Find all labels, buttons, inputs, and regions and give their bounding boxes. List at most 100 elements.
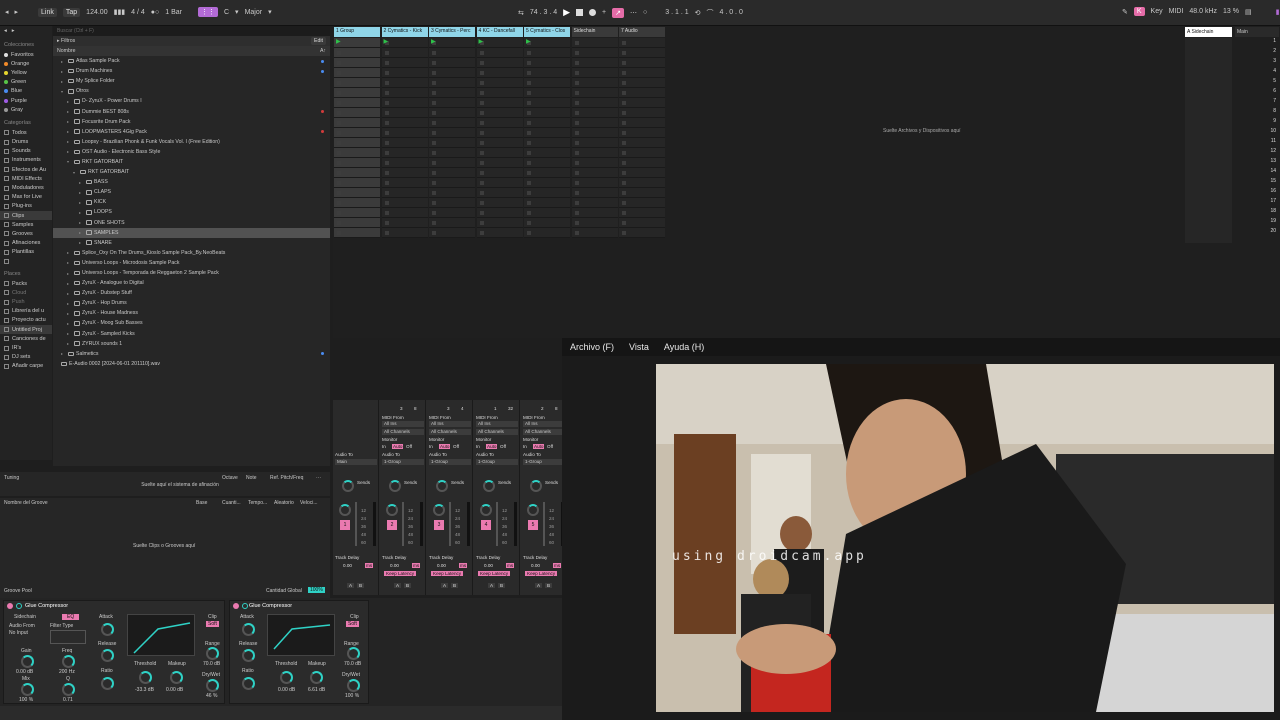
clip-slot[interactable] xyxy=(429,218,475,228)
attack-knob[interactable] xyxy=(242,623,255,636)
scene-slot[interactable]: 17 xyxy=(1235,198,1279,208)
scene-slot[interactable]: 12 xyxy=(1235,148,1279,158)
punch-icon[interactable]: ⌒ xyxy=(706,8,713,18)
browser-row[interactable]: ▸ ZyruX - Dubstep Stuff xyxy=(53,288,330,298)
category-item[interactable]: Todos xyxy=(0,128,52,137)
clip-slot[interactable] xyxy=(571,88,618,98)
attack-knob[interactable] xyxy=(101,623,114,636)
scene-slot[interactable]: 3 xyxy=(1235,58,1279,68)
crossfade-a-button[interactable]: A xyxy=(535,583,543,588)
clip-slot[interactable] xyxy=(429,158,475,168)
play-icon[interactable]: ▶ xyxy=(526,38,531,45)
chevron-right-icon[interactable]: ▸ xyxy=(79,230,84,235)
clip-slot[interactable] xyxy=(334,178,380,188)
category-item[interactable]: Moduladores xyxy=(0,183,52,192)
clip-slot[interactable] xyxy=(571,148,618,158)
clip-slot[interactable] xyxy=(571,208,618,218)
clip-slot[interactable] xyxy=(334,188,380,198)
view-icon[interactable]: ▮▮▮ xyxy=(1276,8,1280,16)
clip-slot[interactable] xyxy=(334,118,380,128)
scene-slot[interactable]: 14 xyxy=(1235,168,1279,178)
more-icon[interactable]: ··· xyxy=(316,475,321,481)
category-item[interactable]: Max for Live xyxy=(0,193,52,202)
loop-length-field[interactable]: 4 . 0 . 0 xyxy=(719,9,742,16)
track-header[interactable]: 4 KC - Dancefall xyxy=(476,27,523,37)
q-knob[interactable] xyxy=(62,683,75,696)
browser-row[interactable]: ▸ My Splice Folder xyxy=(53,76,330,86)
track-header[interactable]: 7 Audio xyxy=(619,27,665,37)
browser-row[interactable]: ▸ KICK xyxy=(53,197,330,207)
chevron-right-icon[interactable]: ▸ xyxy=(67,119,72,124)
clip-slot[interactable] xyxy=(619,108,665,118)
chevron-right-icon[interactable]: ▸ xyxy=(67,321,72,326)
groove-velocity-column[interactable]: Veloci... xyxy=(300,500,318,506)
clip-slot[interactable] xyxy=(429,138,475,148)
clip-slot[interactable] xyxy=(571,78,618,88)
play-icon[interactable]: ▶ xyxy=(479,38,484,45)
clip-slot[interactable] xyxy=(571,138,618,148)
chevron-right-icon[interactable]: ▸ xyxy=(67,281,72,286)
clip-slot[interactable] xyxy=(429,68,475,78)
track-header[interactable]: 2 Cymatics - Kick xyxy=(381,27,428,37)
clip-slot[interactable] xyxy=(571,38,618,48)
midi-from-select[interactable]: All Ins xyxy=(476,421,518,427)
chevron-right-icon[interactable]: ▸ xyxy=(79,190,84,195)
chevron-right-icon[interactable]: ▸ xyxy=(67,331,72,336)
chevron-right-icon[interactable]: ▸ xyxy=(79,210,84,215)
clip-slot[interactable] xyxy=(524,208,570,218)
position-field[interactable]: 74 . 3 . 4 xyxy=(530,9,557,16)
browser-row[interactable]: ▸ ZyruX - Hop Drums xyxy=(53,298,330,308)
clip-slot[interactable] xyxy=(381,88,428,98)
browser-row[interactable]: ▸ ONE SHOTS xyxy=(53,218,330,228)
clip-slot[interactable] xyxy=(619,118,665,128)
scene-slot[interactable]: 8 xyxy=(1235,108,1279,118)
clip-slot[interactable] xyxy=(429,108,475,118)
clip-slot[interactable] xyxy=(476,108,523,118)
clip-slot[interactable] xyxy=(476,128,523,138)
collection-item[interactable]: Orange xyxy=(0,59,52,68)
category-item[interactable]: Afinaciones xyxy=(0,239,52,248)
track-activator[interactable]: 1 xyxy=(340,520,350,530)
clip-slot[interactable] xyxy=(571,48,618,58)
monitor-auto[interactable]: Auto xyxy=(533,444,545,449)
clip-slot[interactable] xyxy=(381,138,428,148)
automation-arm-icon[interactable]: ↗ xyxy=(612,7,625,18)
clip-slot[interactable] xyxy=(524,218,570,228)
clip-slot[interactable] xyxy=(619,178,665,188)
place-item[interactable]: Proyecto actu xyxy=(0,316,52,325)
send-a-knob[interactable] xyxy=(389,480,401,492)
clip-slot[interactable] xyxy=(524,58,570,68)
clip-slot[interactable] xyxy=(334,98,380,108)
scene-slot[interactable]: 18 xyxy=(1235,208,1279,218)
place-item[interactable]: Añadir carpe xyxy=(0,362,52,371)
crossfade-b-button[interactable]: B xyxy=(357,583,365,588)
browser-row[interactable]: ▸ ZYRUX sounds 1 xyxy=(53,339,330,349)
chevron-down-icon[interactable]: ▾ xyxy=(73,170,78,175)
browser-row[interactable]: ▸ SAMPLES xyxy=(53,227,330,238)
drywet-knob[interactable] xyxy=(347,679,360,692)
browser-row[interactable]: ▸ Universo Loops - Temporada de Reggaeton… xyxy=(53,268,330,278)
send-a-knob[interactable] xyxy=(530,480,542,492)
power-icon[interactable] xyxy=(233,603,239,609)
category-item[interactable]: Clips xyxy=(0,211,52,221)
drywet-knob[interactable] xyxy=(206,679,219,692)
clip-slot[interactable] xyxy=(619,188,665,198)
scene-slot[interactable]: 11 xyxy=(1235,138,1279,148)
scene-slot[interactable]: 13 xyxy=(1235,158,1279,168)
scale-icon[interactable]: ⋮⋮ xyxy=(197,7,218,17)
clip-slot[interactable]: ▶ xyxy=(524,38,570,48)
place-item[interactable]: Untitled Proj xyxy=(0,325,52,335)
clip-slot[interactable] xyxy=(429,168,475,178)
gain-knob[interactable] xyxy=(21,655,34,668)
volume-fader[interactable] xyxy=(543,502,545,546)
clip-slot[interactable] xyxy=(476,118,523,128)
clip-slot[interactable] xyxy=(524,128,570,138)
play-icon[interactable]: ▶ xyxy=(563,7,570,18)
place-item[interactable]: Packs xyxy=(0,279,52,288)
pan-knob[interactable] xyxy=(433,504,445,516)
clip-slot[interactable]: ▶ xyxy=(334,38,380,48)
device-power-icon[interactable] xyxy=(242,603,248,609)
clip-slot[interactable] xyxy=(619,98,665,108)
range-knob[interactable] xyxy=(206,647,219,660)
category-item[interactable]: Drums xyxy=(0,138,52,147)
